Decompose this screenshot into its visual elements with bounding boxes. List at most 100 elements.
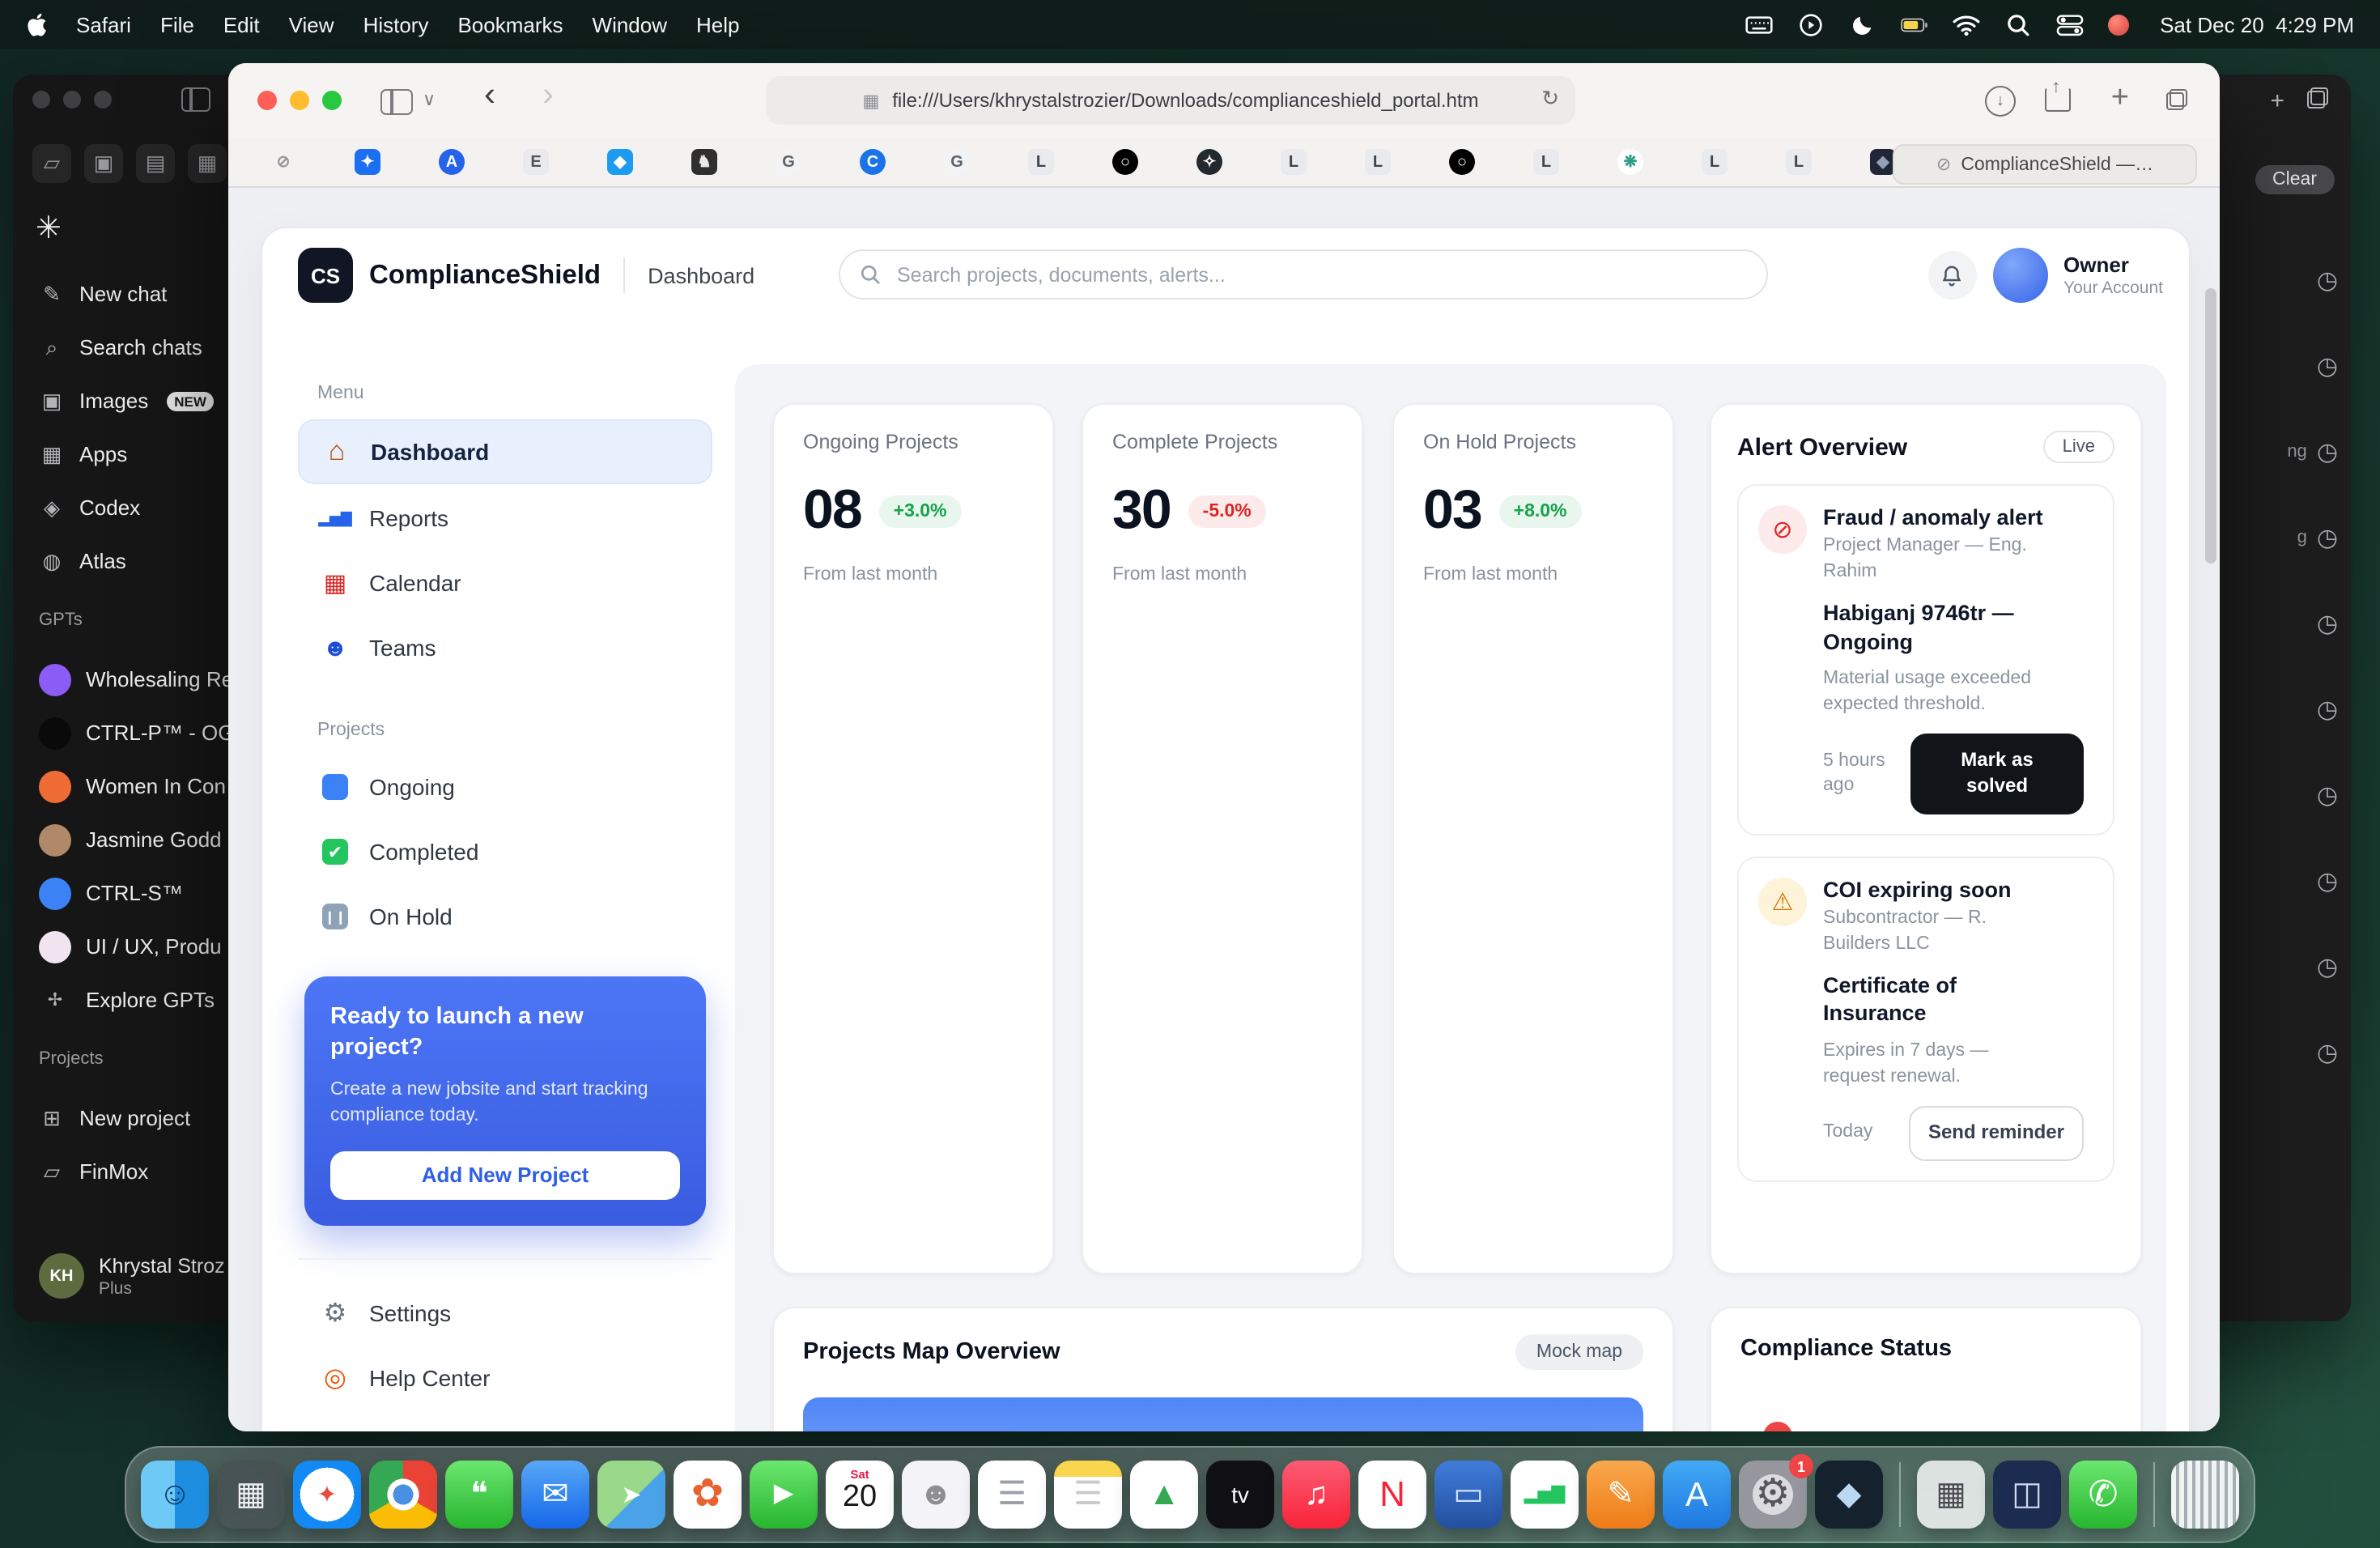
wifi-icon[interactable] bbox=[1953, 12, 1980, 36]
launchpad-icon[interactable]: ▦ bbox=[217, 1461, 285, 1529]
sidebar-item-codex[interactable]: ◈ Codex bbox=[32, 481, 240, 534]
bookmark-favicon[interactable]: ○ bbox=[1112, 149, 1138, 175]
gpt-item-ctrl-p[interactable]: CTRL-P™ - OG bbox=[32, 706, 240, 759]
history-clock-icon[interactable]: ◷ bbox=[2317, 351, 2338, 380]
pinned-grid-icon[interactable]: ▦ bbox=[188, 144, 227, 183]
add-new-project-button[interactable]: Add New Project bbox=[330, 1151, 680, 1200]
sidebar-item-new-chat[interactable]: ✎ New chat bbox=[32, 267, 240, 321]
play-circle-icon[interactable] bbox=[1797, 12, 1825, 36]
menu-bar-item[interactable]: History bbox=[363, 12, 429, 36]
sidebar-item-new-project[interactable]: ⊞ New project bbox=[32, 1091, 240, 1145]
news-icon[interactable]: N bbox=[1358, 1461, 1426, 1529]
bookmark-favicon[interactable]: ✦ bbox=[355, 149, 380, 175]
address-bar[interactable]: ▦ file:///Users/khrystalstrozier/Downloa… bbox=[766, 76, 1575, 125]
notifications-button[interactable] bbox=[1927, 251, 1976, 300]
sidebar-toggle-icon[interactable] bbox=[181, 87, 210, 112]
bookmark-favicon[interactable]: L bbox=[1028, 149, 1054, 175]
pinned-notes-icon[interactable]: ▤ bbox=[136, 144, 175, 183]
sidebar-item-calendar[interactable]: ▦ Calendar bbox=[298, 552, 712, 614]
bookmark-favicon[interactable]: A bbox=[439, 149, 465, 175]
sidebar-item-atlas[interactable]: ◍ Atlas bbox=[32, 534, 240, 588]
menu-bar-item[interactable]: Bookmarks bbox=[457, 12, 563, 36]
account-info[interactable]: Owner Your Account bbox=[2063, 253, 2163, 298]
search-input[interactable] bbox=[894, 262, 1747, 287]
stocks-icon[interactable]: ▂▅▇ bbox=[1511, 1461, 1579, 1529]
sidebar-item-apps[interactable]: ▦ Apps bbox=[32, 427, 240, 481]
sidebar-item-help-center[interactable]: ◎ Help Center bbox=[298, 1347, 712, 1409]
copy-stack-icon[interactable] bbox=[2307, 87, 2328, 108]
bookmark-favicon[interactable]: ❋ bbox=[1617, 149, 1643, 175]
finder-icon[interactable]: ☺ bbox=[141, 1461, 209, 1529]
back-button[interactable]: ‹ bbox=[484, 79, 495, 112]
chevron-down-icon[interactable]: ∨ bbox=[423, 84, 436, 117]
tab-overview-icon[interactable] bbox=[2166, 89, 2187, 110]
minimize-window-button[interactable] bbox=[290, 91, 309, 110]
maps-icon[interactable]: ➤ bbox=[597, 1461, 665, 1529]
contacts-icon[interactable]: ☻ bbox=[902, 1461, 970, 1529]
alert-action-button[interactable]: Send reminder bbox=[1909, 1106, 2084, 1160]
history-clock-icon[interactable]: ◷ bbox=[2317, 436, 2338, 466]
bookmark-favicon[interactable]: ✧ bbox=[1196, 149, 1222, 175]
phone-icon[interactable]: ✆ bbox=[2069, 1461, 2137, 1529]
sidebar-item-explore-gpts[interactable]: ✢ Explore GPTs bbox=[32, 973, 240, 1027]
history-clock-icon[interactable]: ◷ bbox=[2317, 865, 2338, 895]
history-clock-icon[interactable]: ◷ bbox=[2317, 608, 2338, 637]
bookmark-favicon[interactable]: ○ bbox=[1449, 149, 1475, 175]
map-preview[interactable] bbox=[803, 1397, 1643, 1431]
downloads-icon[interactable]: ↓ bbox=[1985, 86, 2016, 117]
menu-bar-item[interactable]: File bbox=[160, 12, 194, 36]
sidebar-item-on-hold[interactable]: ❙❙ On Hold bbox=[298, 886, 712, 947]
sidebar-item-dashboard[interactable]: ⌂ Dashboard bbox=[298, 419, 712, 484]
gpt-item-women-in-con[interactable]: Women In Con bbox=[32, 759, 240, 813]
close-window-button[interactable] bbox=[257, 91, 277, 110]
control-center-icon[interactable] bbox=[2056, 12, 2084, 36]
zoom-window-button[interactable] bbox=[322, 91, 342, 110]
bookmark-favicon[interactable]: L bbox=[1281, 149, 1307, 175]
alert-action-button[interactable]: Mark as solved bbox=[1910, 734, 2084, 814]
moon-focus-icon[interactable] bbox=[1849, 12, 1876, 36]
new-item-icon[interactable]: + bbox=[2270, 87, 2284, 115]
menu-bar-item[interactable]: Edit bbox=[223, 12, 260, 36]
sidebar-item-teams[interactable]: ☻ Teams bbox=[298, 617, 712, 678]
active-tab[interactable]: ⊘ ComplianceShield —… bbox=[1893, 144, 2197, 185]
bookmark-favicon[interactable]: G bbox=[776, 149, 801, 175]
bookmark-favicon[interactable]: ⊘ bbox=[270, 149, 296, 175]
dev-cube-icon[interactable]: ◆ bbox=[1815, 1461, 1883, 1529]
pencil-editor-icon[interactable]: ✎ bbox=[1587, 1461, 1655, 1529]
menu-bar-item[interactable]: View bbox=[289, 12, 334, 36]
sidebar-toggle-icon[interactable] bbox=[380, 89, 413, 115]
pinned-doc-icon[interactable]: ▣ bbox=[84, 144, 123, 183]
menu-bar-clock[interactable]: Sat Dec 20 4:29 PM bbox=[2160, 12, 2354, 36]
gpt-item-wholesaling[interactable]: Wholesaling Re bbox=[32, 653, 240, 706]
account-avatar[interactable] bbox=[1992, 248, 2047, 303]
calendar-icon[interactable]: Sat 20 bbox=[826, 1461, 894, 1529]
app-store-icon[interactable]: A bbox=[1663, 1461, 1731, 1529]
history-clock-icon[interactable]: ◷ bbox=[2317, 694, 2338, 723]
facetime-icon[interactable]: ▶ bbox=[750, 1461, 818, 1529]
menu-bar-item[interactable]: Window bbox=[593, 12, 668, 36]
menubar-app-icon[interactable] bbox=[2108, 14, 2129, 35]
global-search[interactable] bbox=[839, 249, 1768, 300]
sidebar-item-finmox[interactable]: ▱ FinMox bbox=[32, 1145, 240, 1198]
forward-button[interactable]: › bbox=[542, 79, 554, 112]
account-row[interactable]: KH Khrystal Stroz Plus bbox=[32, 1247, 240, 1305]
sidebar-item-ongoing[interactable]: Ongoing bbox=[298, 756, 712, 818]
bookmark-favicon[interactable]: C bbox=[860, 149, 886, 175]
menu-bar-item[interactable]: Help bbox=[696, 12, 740, 36]
widgets-icon[interactable]: ▦ bbox=[1917, 1461, 1985, 1529]
bookmark-favicon[interactable]: G bbox=[944, 149, 970, 175]
trash-icon[interactable] bbox=[2171, 1461, 2239, 1529]
sidebar-item-settings[interactable]: ⚙ Settings bbox=[298, 1282, 712, 1344]
new-tab-button[interactable]: + bbox=[2111, 81, 2129, 117]
sidebar-item-reports[interactable]: ▂▅▇ Reports bbox=[298, 487, 712, 549]
page-settings-icon[interactable]: ▦ bbox=[862, 90, 879, 111]
history-clock-icon[interactable]: ◷ bbox=[2317, 780, 2338, 809]
mail-icon[interactable]: ✉ bbox=[521, 1461, 589, 1529]
sidebar-item-search-chats[interactable]: ⌕ Search chats bbox=[32, 321, 240, 374]
trails-icon[interactable]: ▲ bbox=[1130, 1461, 1198, 1529]
pinned-folder-icon[interactable]: ▱ bbox=[32, 144, 71, 183]
gpt-item-jasmine[interactable]: Jasmine Godd bbox=[32, 813, 240, 866]
bookmark-favicon[interactable]: L bbox=[1365, 149, 1391, 175]
keyboard-icon[interactable] bbox=[1745, 12, 1773, 36]
sidebar-item-images[interactable]: ▣ Images NEW bbox=[32, 374, 240, 427]
